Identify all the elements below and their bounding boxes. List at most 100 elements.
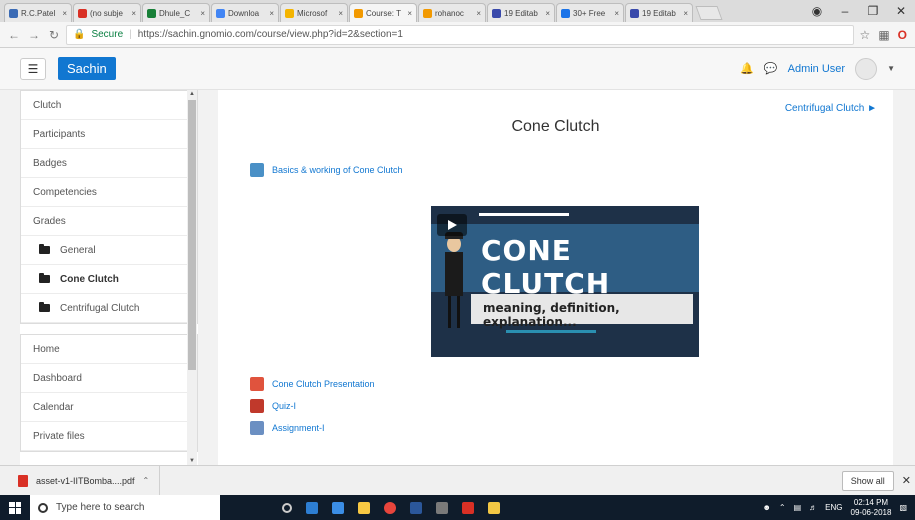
tab-close-icon[interactable]: × xyxy=(269,9,274,18)
drawer-item[interactable]: Grades xyxy=(21,207,197,236)
activity-label[interactable]: Quiz-I xyxy=(272,401,296,411)
browser-tab[interactable]: 19 Editab × xyxy=(487,3,555,22)
embedded-video[interactable]: CONE CLUTCH meaning, definition, explana… xyxy=(431,206,699,357)
opera-extension-icon[interactable]: O xyxy=(898,28,907,42)
show-all-button[interactable]: Show all xyxy=(841,470,894,491)
tab-label: Course: T xyxy=(366,8,401,18)
system-clock[interactable]: 02:14 PM 09-06-2018 xyxy=(851,498,892,518)
drawer-item[interactable]: Participants xyxy=(21,120,197,149)
network-icon[interactable]: ▤ xyxy=(794,503,802,512)
tab-favicon-icon xyxy=(216,8,225,18)
browser-tab[interactable]: Course: T × xyxy=(349,3,417,22)
bookmark-star-icon[interactable]: ☆ xyxy=(860,28,871,42)
scrollbar-thumb[interactable] xyxy=(188,100,196,370)
browser-tab[interactable]: R.C.Patel × xyxy=(4,3,72,22)
back-button[interactable]: ← xyxy=(6,28,22,42)
extension-icon[interactable]: ▦ xyxy=(878,28,889,42)
browser-tab[interactable]: Dhule_C × xyxy=(142,3,210,22)
close-window-button[interactable]: ✕ xyxy=(887,4,915,18)
folder-icon[interactable] xyxy=(488,501,500,514)
tab-close-icon[interactable]: × xyxy=(614,9,619,18)
acrobat-icon[interactable] xyxy=(462,501,474,514)
drawer-item[interactable]: General xyxy=(21,236,197,265)
avatar[interactable] xyxy=(855,57,878,80)
scroll-down-arrow[interactable]: ▼ xyxy=(187,458,197,464)
people-icon[interactable]: ☻ xyxy=(762,503,770,512)
drawer-item[interactable]: Private files xyxy=(21,422,197,451)
drawer-item[interactable]: Dashboard xyxy=(21,364,197,393)
activity-label[interactable]: Basics & working of Cone Clutch xyxy=(272,165,403,175)
chevron-up-tray-icon[interactable]: ⌃ xyxy=(779,503,786,512)
media-icon[interactable] xyxy=(436,501,448,514)
site-brand[interactable]: Sachin xyxy=(58,57,116,80)
forward-button[interactable]: → xyxy=(26,28,42,42)
chevron-up-icon[interactable]: ⌃ xyxy=(143,476,150,485)
taskbar-search-box[interactable]: Type here to search xyxy=(30,495,220,520)
drawer-item[interactable]: Cone Clutch xyxy=(21,265,197,294)
profile-icon[interactable]: ◉ xyxy=(803,4,831,18)
tab-close-icon[interactable]: × xyxy=(62,9,67,18)
activity-quiz[interactable]: Quiz-I xyxy=(250,399,296,413)
browser-tab[interactable]: 30+ Free × xyxy=(556,3,624,22)
folder-icon xyxy=(39,273,50,283)
drawer-item[interactable]: Badges xyxy=(21,149,197,178)
drawer-item[interactable]: Calendar xyxy=(21,393,197,422)
drawer-item-label: Calendar xyxy=(33,401,74,413)
start-button[interactable] xyxy=(0,495,30,520)
browser-tab[interactable]: Downloa × xyxy=(211,3,279,22)
new-tab-button[interactable] xyxy=(695,6,723,20)
download-item[interactable]: asset-v1-IITBomba....pdf ⌃ xyxy=(18,465,161,496)
drawer-item[interactable]: Home xyxy=(21,335,197,364)
url-input[interactable]: 🔒 Secure | https://sachin.gnomio.com/cou… xyxy=(66,24,854,45)
play-button-icon[interactable] xyxy=(437,214,467,236)
tab-close-icon[interactable]: × xyxy=(200,9,205,18)
language-indicator[interactable]: ENG xyxy=(825,503,842,512)
scroll-up-arrow[interactable]: ▲ xyxy=(187,91,197,97)
close-icon[interactable]: ✕ xyxy=(902,474,911,487)
tab-close-icon[interactable]: × xyxy=(338,9,343,18)
drawer-item[interactable]: Centrifugal Clutch xyxy=(21,294,197,323)
browser-tab[interactable]: (no subje × xyxy=(73,3,141,22)
activity-label[interactable]: Cone Clutch Presentation xyxy=(272,379,375,389)
notification-bell-icon[interactable]: 🔔 xyxy=(740,62,754,75)
message-icon[interactable]: 💬 xyxy=(764,62,778,75)
notification-center-icon[interactable]: ▧ xyxy=(899,503,907,512)
edge-browser-icon[interactable] xyxy=(332,501,344,514)
drawer-item[interactable]: Competencies xyxy=(21,178,197,207)
minimize-button[interactable]: – xyxy=(831,4,859,18)
task-view-icon[interactable] xyxy=(306,501,318,514)
next-section-link[interactable]: Centrifugal Clutch ► xyxy=(785,103,877,114)
tab-label: R.C.Patel xyxy=(21,8,56,18)
folder-icon xyxy=(39,302,50,312)
tab-close-icon[interactable]: × xyxy=(683,9,688,18)
cortana-circle-icon xyxy=(38,502,48,513)
activity-basics[interactable]: Basics & working of Cone Clutch xyxy=(250,163,403,177)
volume-icon[interactable]: ♬ xyxy=(809,503,817,512)
browser-tab[interactable]: 19 Editab × xyxy=(625,3,693,22)
user-menu-name[interactable]: Admin User xyxy=(788,63,845,75)
chevron-down-icon[interactable]: ▼ xyxy=(887,64,895,73)
maximize-button[interactable]: ❐ xyxy=(859,4,887,18)
browser-tab[interactable]: Microsof × xyxy=(280,3,348,22)
microphone-icon[interactable] xyxy=(282,502,292,513)
search-placeholder: Type here to search xyxy=(56,502,145,513)
tab-close-icon[interactable]: × xyxy=(476,9,481,18)
file-explorer-icon[interactable] xyxy=(358,501,370,514)
drawer-scrollbar[interactable]: ▲ ▼ xyxy=(187,90,197,465)
activity-label[interactable]: Assignment-I xyxy=(272,423,325,433)
tab-label: (no subje xyxy=(90,8,123,18)
drawer-item[interactable]: Clutch xyxy=(21,91,197,120)
reload-button[interactable]: ↻ xyxy=(46,28,62,42)
activity-presentation[interactable]: Cone Clutch Presentation xyxy=(250,377,375,391)
browser-tab[interactable]: rohanoc × xyxy=(418,3,486,22)
tab-close-icon[interactable]: × xyxy=(407,9,412,18)
download-filename[interactable]: asset-v1-IITBomba....pdf xyxy=(36,476,135,486)
chrome-icon[interactable] xyxy=(384,501,396,514)
drawer-item-label: Participants xyxy=(33,128,86,140)
tab-close-icon[interactable]: × xyxy=(545,9,550,18)
tab-close-icon[interactable]: × xyxy=(131,9,136,18)
word-icon[interactable] xyxy=(410,501,422,514)
activity-assignment[interactable]: Assignment-I xyxy=(250,421,325,435)
video-top-line xyxy=(479,213,569,216)
drawer-toggle-button[interactable]: ☰ xyxy=(20,57,46,80)
